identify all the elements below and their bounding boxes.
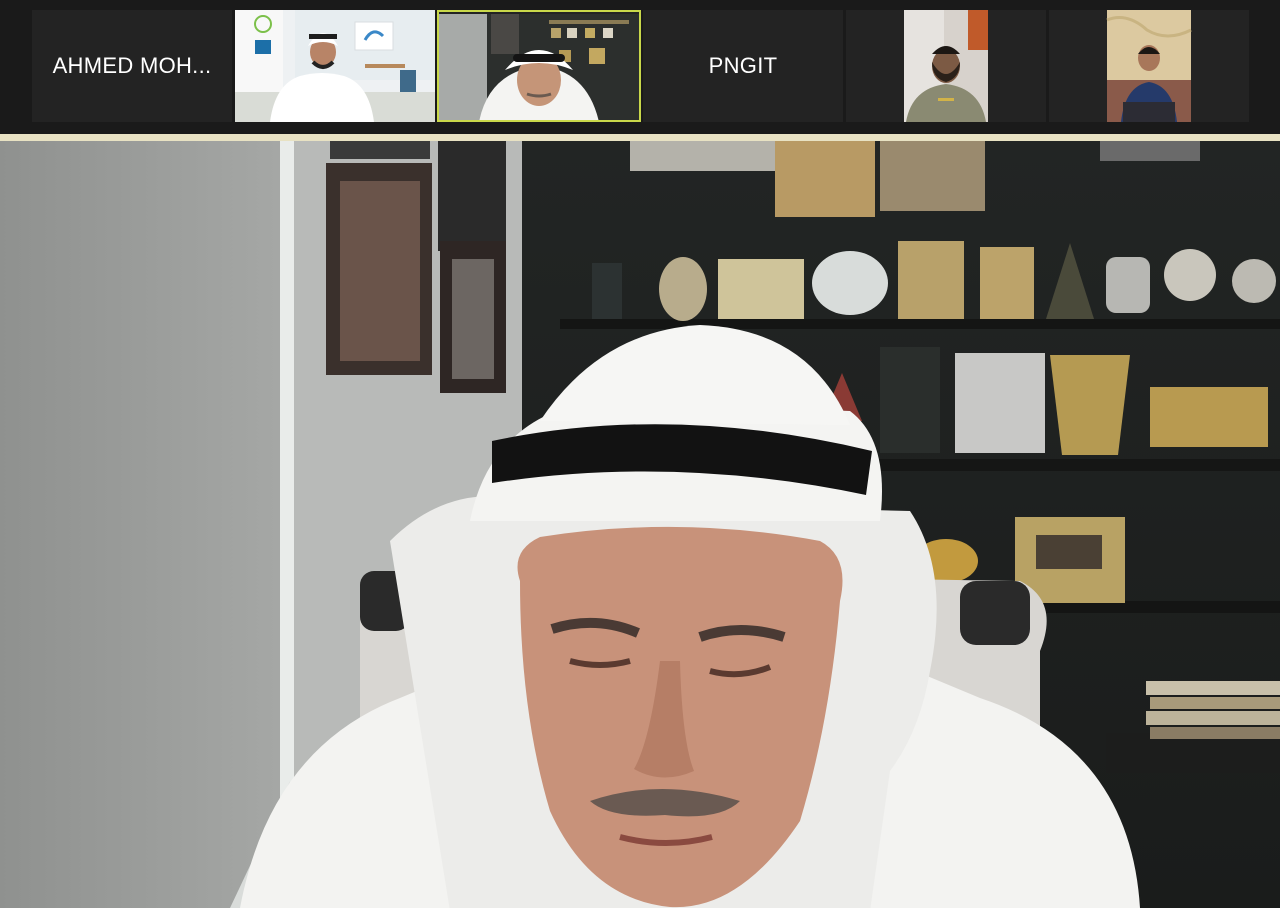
participant-video	[439, 14, 639, 120]
participant-video	[1049, 10, 1249, 122]
participant-tile-video-2[interactable]	[235, 10, 435, 122]
participant-video	[235, 10, 435, 122]
active-speaker-indicator	[0, 134, 1280, 141]
participant-tile-video-6[interactable]	[1049, 10, 1249, 122]
speaker-video-frame	[0, 141, 1280, 908]
participant-name: AHMED MOH...	[52, 53, 212, 78]
main-speaker-video[interactable]	[0, 141, 1280, 908]
participant-tile-video-5[interactable]	[846, 10, 1046, 122]
participant-tile-ahmed[interactable]: AHMED MOH...	[32, 10, 232, 122]
gallery-strip: AHMED MOH... PNGIT	[0, 0, 1280, 134]
participant-name: PNGIT	[708, 53, 778, 78]
participant-tile-pngit[interactable]: PNGIT	[643, 10, 843, 122]
participant-video	[846, 10, 1046, 122]
participant-tile-active-speaker[interactable]	[437, 10, 641, 122]
